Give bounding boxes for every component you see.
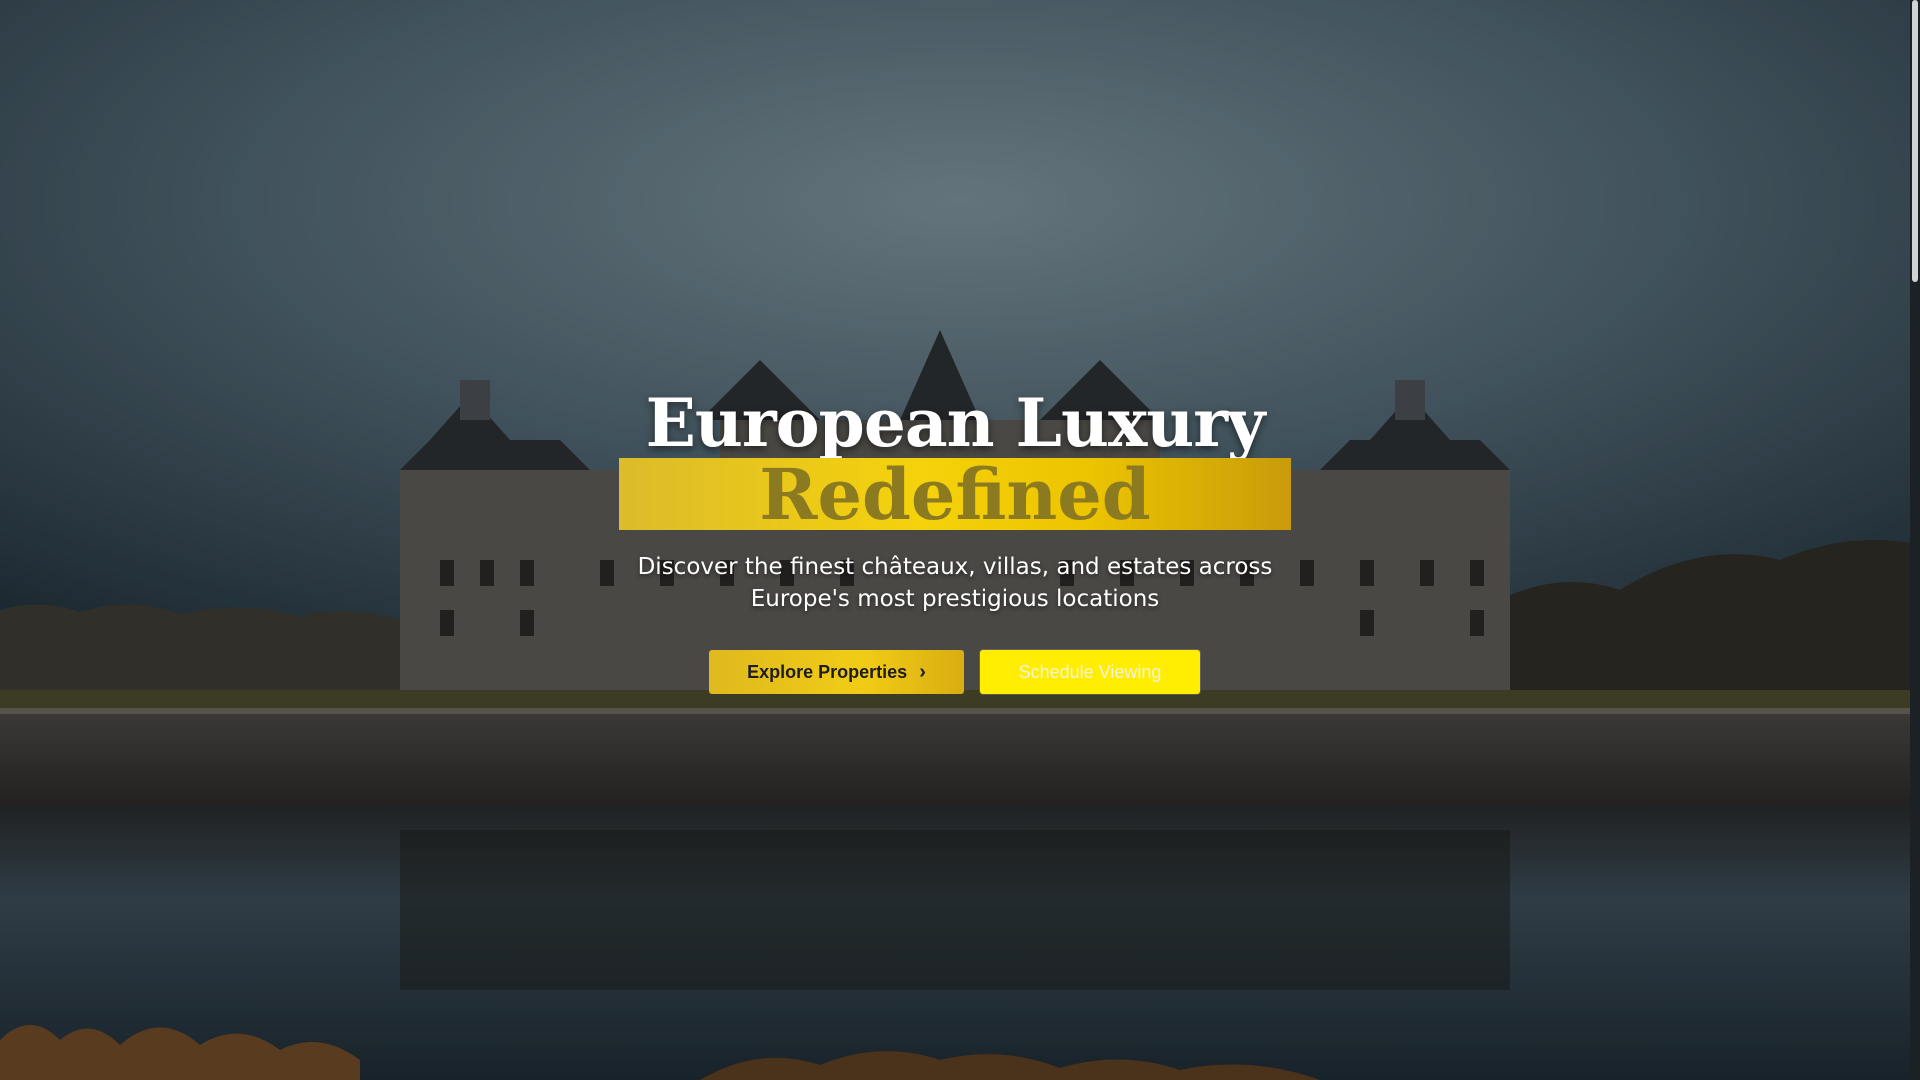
hero-title-line2: Redefined bbox=[759, 453, 1151, 536]
schedule-viewing-button[interactable]: Schedule Viewing bbox=[980, 650, 1200, 694]
hero-section: European Luxury Redefined Discover the f… bbox=[0, 0, 1920, 1080]
hero-subtitle: Discover the finest châteaux, villas, an… bbox=[637, 554, 1273, 612]
chevron-right-icon: › bbox=[919, 661, 926, 683]
explore-properties-label: Explore Properties bbox=[747, 661, 908, 682]
schedule-viewing-label: Schedule Viewing bbox=[1018, 661, 1162, 682]
explore-properties-button[interactable]: Explore Properties › bbox=[709, 650, 964, 694]
hero-content: European Luxury Redefined Discover the f… bbox=[0, 0, 1910, 1080]
scrollbar-thumb[interactable] bbox=[1912, 0, 1918, 282]
page-scrollbar[interactable] bbox=[1910, 0, 1920, 1080]
